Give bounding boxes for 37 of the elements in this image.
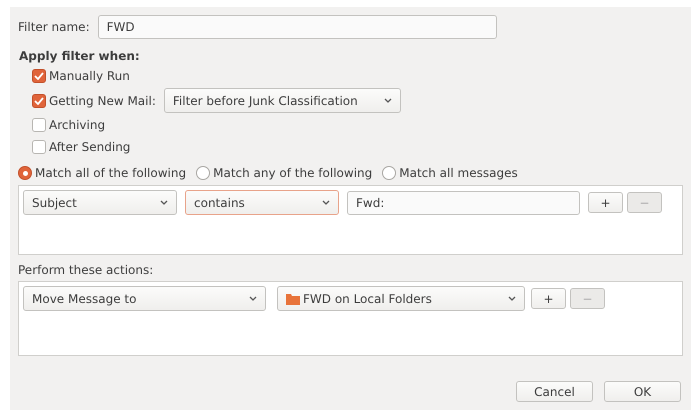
radio-label: Match any of the following [213, 166, 372, 180]
checkbox[interactable] [32, 94, 46, 108]
field-dropdown[interactable]: Subject [23, 190, 177, 215]
add-button[interactable]: + [531, 288, 566, 309]
filter-name-label: Filter name: [18, 20, 90, 34]
checkbox-label: After Sending [49, 140, 130, 154]
add-button[interactable]: + [588, 192, 623, 213]
radio-button[interactable] [196, 166, 210, 180]
dialog-button[interactable]: Cancel [516, 381, 593, 402]
folder-name: FWD on Local Folders [303, 292, 432, 306]
dialog-button[interactable]: OK [604, 381, 681, 402]
checkmark-icon [34, 96, 44, 104]
checkbox-label: Manually Run [49, 69, 130, 83]
caret-icon [508, 296, 516, 301]
caret-icon [322, 200, 330, 205]
caret-icon [160, 200, 168, 205]
checkbox[interactable] [32, 140, 46, 154]
junk-mode-dropdown[interactable]: Filter before Junk Classification [164, 88, 401, 113]
caret-icon [249, 296, 257, 301]
checkbox-label: Archiving [49, 118, 106, 132]
checkbox-label: Getting New Mail: [49, 94, 156, 108]
condition-value-field[interactable]: Fwd: [347, 190, 580, 214]
checkmark-icon [34, 72, 44, 80]
checkbox[interactable] [32, 69, 46, 83]
radio-label: Match all messages [399, 166, 518, 180]
radio-button[interactable] [382, 166, 396, 180]
folder-dropdown[interactable]: FWD on Local Folders [277, 286, 525, 311]
actions-heading: Perform these actions: [18, 263, 154, 277]
caret-icon [384, 98, 392, 103]
operator-dropdown[interactable]: contains [185, 190, 339, 215]
checkbox[interactable] [32, 118, 46, 132]
action-dropdown[interactable]: Move Message to [23, 286, 266, 311]
radio-label: Match all of the following [35, 166, 186, 180]
filter-name-field[interactable]: FWD [98, 15, 497, 39]
folder-icon [286, 292, 300, 304]
radio-button[interactable] [18, 166, 32, 180]
apply-filter-heading: Apply filter when: [19, 49, 140, 63]
